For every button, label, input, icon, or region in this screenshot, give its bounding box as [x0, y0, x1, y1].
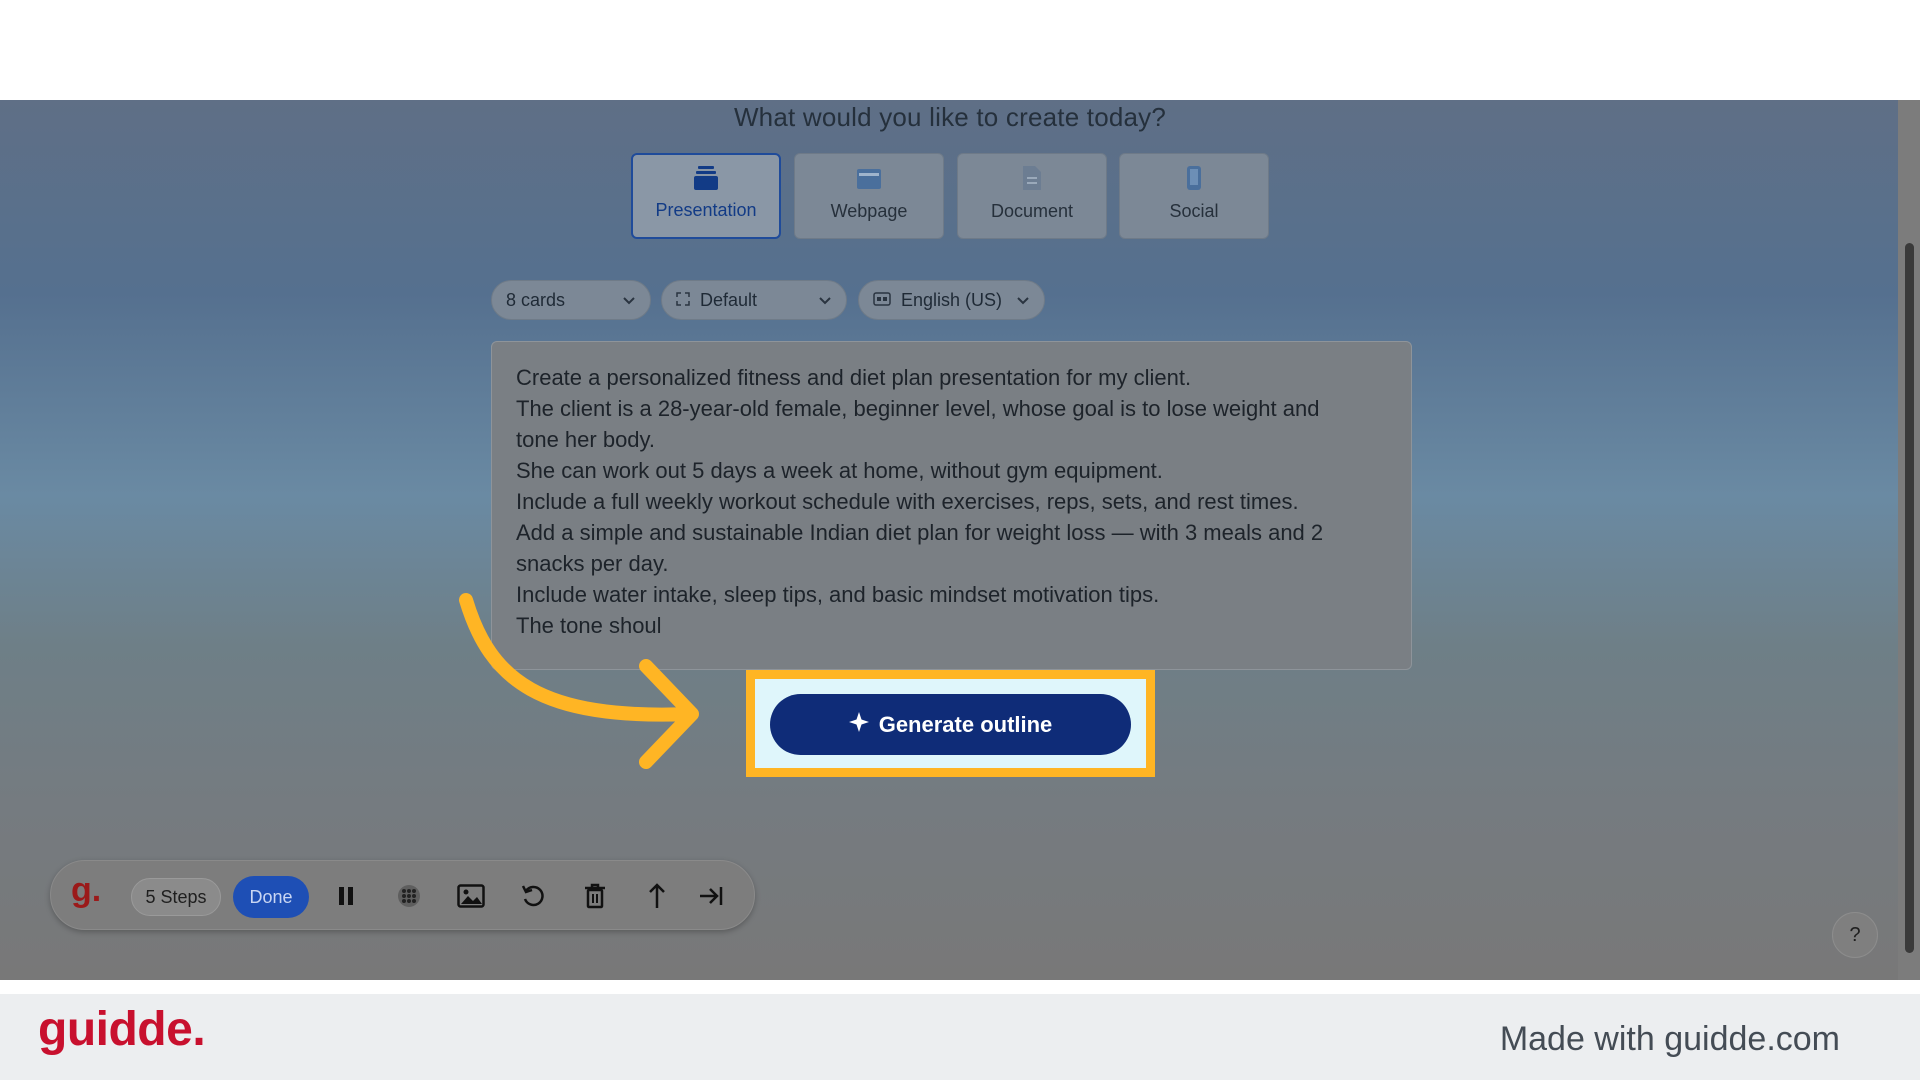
chevron-down-icon	[1016, 290, 1030, 311]
generate-outline-button[interactable]: Generate outline	[770, 694, 1131, 755]
recorder-toolbar: g. 5 Steps Done	[50, 860, 755, 930]
steps-counter[interactable]: 5 Steps	[131, 878, 221, 916]
cursor-up-icon[interactable]	[637, 861, 677, 931]
card-count-select[interactable]: 8 cards	[491, 280, 651, 320]
scrollbar-thumb[interactable]	[1905, 243, 1914, 953]
page-title: What would you like to create today?	[733, 102, 1167, 132]
type-card-social[interactable]: Social	[1119, 153, 1269, 239]
blur-icon[interactable]	[389, 861, 429, 931]
presentation-icon	[693, 166, 719, 200]
prompt-line: Include a full weekly workout schedule w…	[516, 489, 1299, 514]
prompt-line: tone her body.	[516, 427, 656, 452]
guidde-recorder-logo: g.	[71, 871, 102, 909]
footer: guidde. Made with guidde.com	[0, 994, 1920, 1080]
prompt-line: The client is a 28-year-old female, begi…	[516, 396, 1320, 421]
guidde-logo: guidde.	[38, 1003, 206, 1056]
type-card-webpage[interactable]: Webpage	[794, 153, 944, 239]
format-select[interactable]: Default	[661, 280, 847, 320]
generate-outline-label: Generate outline	[878, 711, 1053, 737]
type-card-label: Social	[1169, 201, 1219, 221]
top-margin	[0, 0, 1920, 100]
help-button[interactable]: ?	[1832, 912, 1878, 958]
done-button[interactable]: Done	[233, 876, 309, 918]
made-with-note: Made with guidde.com	[1499, 1020, 1840, 1058]
type-card-label: Document	[990, 201, 1074, 221]
prompt-line: Add a simple and sustainable Indian diet…	[516, 520, 1324, 545]
app-viewport: What would you like to create today? Pre…	[0, 100, 1920, 980]
phone-icon	[1185, 165, 1203, 201]
chevron-down-icon	[622, 290, 636, 311]
tutorial-arrow	[459, 593, 699, 769]
sparkle-icon	[848, 711, 879, 738]
type-card-label: Webpage	[830, 201, 908, 221]
skip-icon[interactable]	[691, 861, 731, 931]
format-value: Default	[700, 289, 758, 310]
type-card-label: Presentation	[655, 200, 757, 220]
language-icon	[873, 290, 891, 311]
prompt-line: She can work out 5 days a week at home, …	[516, 458, 1163, 483]
language-value: English (US)	[901, 289, 1003, 310]
language-select[interactable]: English (US)	[858, 280, 1045, 320]
undo-icon[interactable]	[513, 861, 553, 931]
webpage-icon	[856, 167, 882, 201]
type-card-presentation[interactable]: Presentation	[631, 153, 781, 239]
chevron-down-icon	[818, 290, 832, 311]
type-card-document[interactable]: Document	[957, 153, 1107, 239]
trash-icon[interactable]	[575, 861, 615, 931]
aspect-ratio-icon	[676, 290, 690, 311]
image-icon[interactable]	[451, 861, 491, 931]
pause-icon[interactable]	[326, 861, 366, 931]
card-count-value: 8 cards	[506, 289, 566, 310]
prompt-line: Create a personalized fitness and diet p…	[516, 365, 1192, 390]
prompt-line: snacks per day.	[516, 551, 669, 576]
document-icon	[1021, 165, 1043, 201]
